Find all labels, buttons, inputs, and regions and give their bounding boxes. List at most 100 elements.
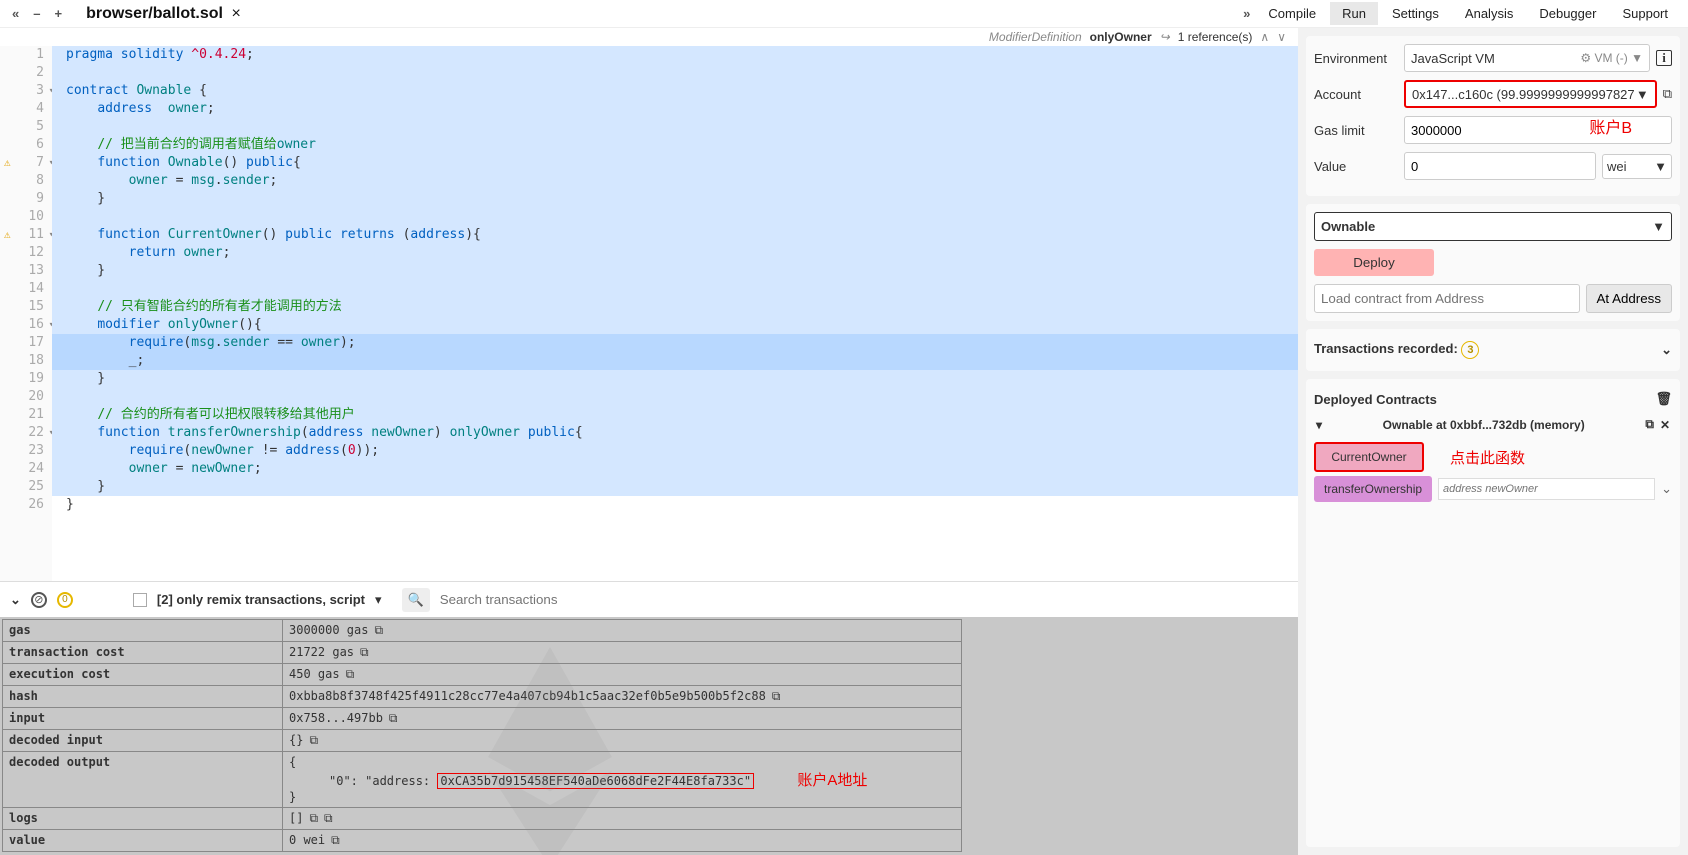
code-line[interactable] xyxy=(52,208,1298,226)
code-line[interactable]: // 只有智能合约的所有者才能调用的方法 xyxy=(52,298,1298,316)
code-line[interactable]: return owner; xyxy=(52,244,1298,262)
goto-icon[interactable]: ↪ xyxy=(1160,30,1170,44)
references-count[interactable]: 1 reference(s) xyxy=(1178,30,1253,44)
code-line[interactable]: } xyxy=(52,478,1298,496)
line-number: 26 xyxy=(0,496,44,514)
line-number: 12 xyxy=(0,244,44,262)
unit-value: wei xyxy=(1607,159,1627,174)
line-number: 21 xyxy=(0,406,44,424)
code-line[interactable]: address owner; xyxy=(52,100,1298,118)
ref-next-icon[interactable]: ∨ xyxy=(1277,30,1286,44)
file-tab[interactable]: browser/ballot.sol × xyxy=(72,3,255,25)
copy-icon[interactable]: ⧉ xyxy=(324,811,333,826)
currentowner-button[interactable]: CurrentOwner xyxy=(1314,442,1424,472)
transferownership-input[interactable] xyxy=(1438,478,1655,500)
account-select[interactable]: 0x147...c160c (99.9999999999997827 ▼ xyxy=(1404,80,1657,108)
close-icon[interactable]: × xyxy=(231,5,240,22)
tab-analysis[interactable]: Analysis xyxy=(1453,2,1525,25)
expand-icon[interactable]: ⌄ xyxy=(1661,342,1672,358)
copy-icon[interactable]: ⧉ xyxy=(331,833,340,848)
search-input[interactable] xyxy=(436,588,636,611)
code-line[interactable]: function transferOwnership(address newOw… xyxy=(52,424,1298,442)
copy-icon[interactable]: ⧉ xyxy=(360,645,369,660)
code-line[interactable]: owner = msg.sender; xyxy=(52,172,1298,190)
console-output[interactable]: gas3000000 gas⧉ transaction cost21722 ga… xyxy=(0,617,1298,855)
deploy-button[interactable]: Deploy xyxy=(1314,249,1434,276)
copy-icon[interactable]: ⧉ xyxy=(1663,86,1672,102)
tab-run[interactable]: Run xyxy=(1330,2,1378,25)
info-icon[interactable]: i xyxy=(1656,50,1672,66)
clear-console-icon[interactable]: ⊘ xyxy=(31,592,47,608)
load-address-input[interactable] xyxy=(1314,284,1580,313)
back-icon[interactable]: « xyxy=(8,4,23,23)
tab-debugger[interactable]: Debugger xyxy=(1527,2,1608,25)
tx-key-txcost: transaction cost xyxy=(3,642,283,664)
tab-compile[interactable]: Compile xyxy=(1256,2,1328,25)
collapse-icon[interactable]: ▾ xyxy=(1316,418,1322,432)
filter-label[interactable]: [2] only remix transactions, script xyxy=(157,592,365,607)
line-number: 9 xyxy=(0,190,44,208)
code-line[interactable]: function CurrentOwner() public returns (… xyxy=(52,226,1298,244)
copy-icon[interactable]: ⧉ xyxy=(346,667,355,682)
expand-icon[interactable]: ⌄ xyxy=(1661,481,1672,497)
copy-icon[interactable]: ⧉ xyxy=(374,623,383,638)
line-number: 20 xyxy=(0,388,44,406)
code-line[interactable] xyxy=(52,280,1298,298)
close-icon[interactable]: ✕ xyxy=(1660,418,1670,432)
tx-key-input: input xyxy=(3,708,283,730)
table-row: input0x758...497bb⧉ xyxy=(3,708,962,730)
copy-icon[interactable]: ⧉ xyxy=(772,689,781,704)
code-line[interactable] xyxy=(52,118,1298,136)
copy-icon[interactable]: ⧉ xyxy=(1645,417,1654,432)
line-number: 15 xyxy=(0,298,44,316)
plus-icon[interactable]: + xyxy=(50,4,66,23)
code-editor[interactable]: 1234567891011121314151617181920212223242… xyxy=(0,46,1298,581)
tab-settings[interactable]: Settings xyxy=(1380,2,1451,25)
code-line[interactable]: } xyxy=(52,262,1298,280)
code-line[interactable]: } xyxy=(52,190,1298,208)
console-toggle-icon[interactable]: ⌄ xyxy=(10,592,21,608)
contract-select[interactable]: Ownable ▼ xyxy=(1314,212,1672,241)
at-address-button[interactable]: At Address xyxy=(1586,284,1672,313)
trash-icon[interactable]: 🗑 xyxy=(1655,391,1672,407)
transferownership-button[interactable]: transferOwnership xyxy=(1314,476,1432,502)
code-line[interactable]: require(newOwner != address(0)); xyxy=(52,442,1298,460)
search-icon[interactable]: 🔍 xyxy=(402,588,430,612)
environment-select[interactable]: JavaScript VM ⚙ VM (-) ▼ xyxy=(1404,44,1650,72)
code-line[interactable]: pragma solidity ^0.4.24; xyxy=(52,46,1298,64)
code-line[interactable]: // 把当前合约的调用者赋值给owner xyxy=(52,136,1298,154)
table-row: execution cost450 gas⧉ xyxy=(3,664,962,686)
tx-val-txcost: 21722 gas xyxy=(289,645,354,659)
code-line[interactable]: require(msg.sender == owner); xyxy=(52,334,1298,352)
gas-limit-label: Gas limit xyxy=(1314,123,1398,138)
code-line[interactable]: // 合约的所有者可以把权限转移给其他用户 xyxy=(52,406,1298,424)
code-line[interactable]: _; xyxy=(52,352,1298,370)
line-number: 6 xyxy=(0,136,44,154)
code-line[interactable]: function Ownable() public{ xyxy=(52,154,1298,172)
code-line[interactable] xyxy=(52,64,1298,82)
code-line[interactable]: owner = newOwner; xyxy=(52,460,1298,478)
code-line[interactable]: } xyxy=(52,370,1298,388)
copy-icon[interactable]: ⧉ xyxy=(309,733,318,748)
line-number: 4 xyxy=(0,100,44,118)
value-input[interactable] xyxy=(1404,152,1596,180)
chevrons-icon[interactable]: » xyxy=(1239,4,1254,23)
filter-dropdown-icon[interactable]: ▾ xyxy=(375,592,382,608)
copy-icon[interactable]: ⧉ xyxy=(389,711,398,726)
copy-icon[interactable]: ⧉ xyxy=(309,811,318,826)
code-line[interactable]: modifier onlyOwner(){ xyxy=(52,316,1298,334)
code-line[interactable]: contract Ownable { xyxy=(52,82,1298,100)
ref-prev-icon[interactable]: ∧ xyxy=(1260,30,1269,44)
filter-checkbox[interactable] xyxy=(133,593,147,607)
unit-select[interactable]: wei ▼ xyxy=(1602,154,1672,179)
table-row: transaction cost 21722 gas ⧉ xyxy=(3,642,962,664)
top-bar: « – + browser/ballot.sol × » Compile Run… xyxy=(0,0,1688,28)
account-label: Account xyxy=(1314,87,1398,102)
code-line[interactable]: } xyxy=(52,496,1298,514)
tx-key-value: value xyxy=(3,830,283,852)
account-value: 0x147...c160c (99.9999999999997827 xyxy=(1412,87,1635,102)
minus-icon[interactable]: – xyxy=(29,4,44,23)
code-line[interactable] xyxy=(52,388,1298,406)
decout-address: 0xCA35b7d915458EF540aDe6068dFe2F44E8fa73… xyxy=(437,773,754,789)
tab-support[interactable]: Support xyxy=(1610,2,1680,25)
